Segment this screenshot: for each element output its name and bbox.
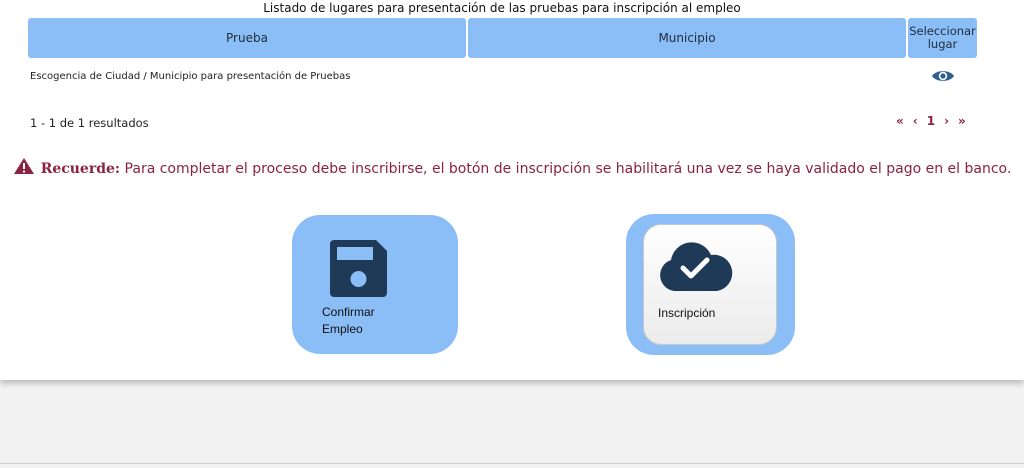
column-header-municipio[interactable]: Municipio — [468, 18, 906, 58]
footer-divider — [0, 463, 1024, 464]
notice: Recuerde: Para completar el proceso debe… — [10, 157, 1014, 179]
floppy-disk-icon — [330, 240, 387, 297]
pagination-current[interactable]: 1 — [927, 114, 935, 128]
pagination: « ‹ 1 › » — [896, 114, 966, 128]
column-header-seleccionar-lugar-label: Seleccionar lugar — [909, 24, 976, 51]
confirm-employment-label-line1: Confirmar — [322, 305, 375, 319]
inscription-button[interactable]: Inscripción — [626, 214, 795, 355]
column-header-seleccionar-lugar[interactable]: Seleccionar lugar — [908, 18, 977, 58]
notice-label: Recuerde: — [40, 161, 121, 177]
pagination-next[interactable]: › — [944, 114, 949, 128]
results-summary: 1 - 1 de 1 resultados — [30, 116, 149, 130]
inscription-label: Inscripción — [658, 306, 716, 320]
pagination-last[interactable]: » — [958, 114, 966, 128]
eye-icon[interactable] — [931, 68, 955, 84]
confirm-employment-label: Confirmar Empleo — [322, 304, 375, 338]
table-row-prueba: Escogencia de Ciudad / Municipio para pr… — [30, 71, 351, 82]
cloud-check-icon — [660, 242, 733, 291]
pagination-first[interactable]: « — [896, 114, 904, 128]
table-caption: Listado de lugares para presentación de … — [263, 1, 741, 15]
confirm-employment-button[interactable]: Confirmar Empleo — [292, 215, 458, 354]
pagination-prev[interactable]: ‹ — [913, 114, 918, 128]
confirm-employment-label-line2: Empleo — [322, 322, 363, 336]
column-header-prueba[interactable]: Prueba — [28, 18, 466, 58]
content-card: Listado de lugares para presentación de … — [0, 0, 1024, 380]
notice-text: Para completar el proceso debe inscribir… — [124, 161, 1012, 177]
inscription-button-face: Inscripción — [643, 224, 777, 345]
warning-icon — [13, 158, 34, 174]
